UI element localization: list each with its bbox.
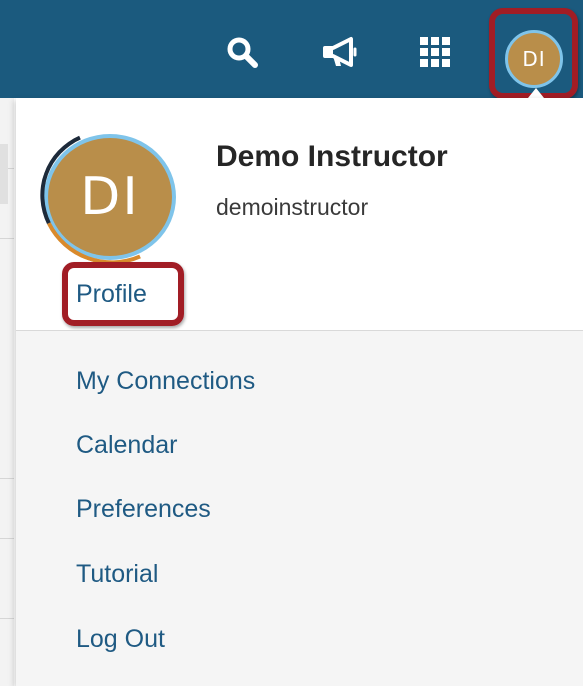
grid-apps-icon[interactable] — [415, 32, 455, 72]
user-display-name: Demo Instructor — [216, 140, 448, 173]
menu-item-log-out[interactable]: Log Out — [76, 625, 165, 654]
menu-item-preferences[interactable]: Preferences — [76, 495, 211, 524]
menu-item-calendar[interactable]: Calendar — [76, 431, 177, 460]
background-divider — [0, 478, 14, 479]
background-divider — [0, 238, 14, 239]
avatar-callout-highlight — [489, 8, 578, 99]
background-block — [0, 144, 8, 204]
screen: DI DI Demo Instructor demoinstructor Pro… — [0, 0, 583, 686]
user-username: demoinstructor — [216, 194, 369, 220]
megaphone-icon[interactable] — [320, 32, 360, 72]
user-dropdown-menu: DI Demo Instructor demoinstructor Profil… — [16, 98, 583, 686]
profile-callout-highlight — [62, 262, 184, 326]
search-icon[interactable] — [222, 32, 262, 72]
menu-item-tutorial[interactable]: Tutorial — [76, 560, 158, 589]
avatar: DI — [44, 134, 176, 260]
top-navigation-bar: DI — [0, 0, 583, 99]
menu-item-my-connections[interactable]: My Connections — [76, 367, 255, 396]
background-page — [0, 98, 14, 686]
background-divider — [0, 538, 14, 539]
profile-summary: DI Demo Instructor demoinstructor Profil… — [16, 98, 583, 330]
menu-list: My Connections Calendar Preferences Tuto… — [16, 331, 583, 686]
dropdown-caret-icon — [528, 88, 544, 98]
background-divider — [0, 618, 14, 619]
